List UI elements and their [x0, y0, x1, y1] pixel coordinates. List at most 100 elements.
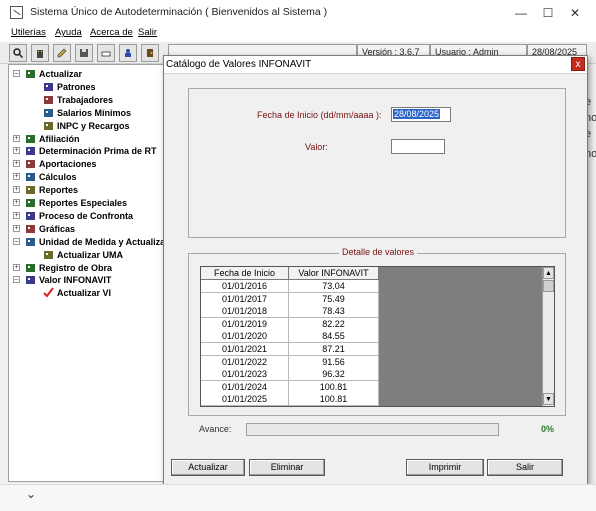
table-cell[interactable]: 01/01/2025 [201, 393, 289, 407]
menu-ayuda[interactable]: Ayuda [55, 27, 82, 38]
maximize-button[interactable]: ☐ [535, 3, 561, 23]
tree-node-icon [43, 120, 54, 131]
table-cell[interactable]: 01/01/2020 [201, 330, 289, 344]
table-cell[interactable]: 01/01/2016 [201, 280, 289, 293]
detalle-group: Detalle de valores ▲ ▼ Fecha de Inicio Va… [188, 247, 566, 416]
eraser-icon [101, 51, 111, 57]
bottom-strip [0, 484, 596, 511]
tree-item-label: Afiliación [39, 133, 80, 144]
navigation-tree: – Actualizar Patrones Trabajadores Salarios … [8, 64, 165, 482]
collapse-icon[interactable]: – [13, 70, 20, 77]
tool-users-button[interactable] [119, 44, 137, 62]
grid-column-header[interactable]: Fecha de Inicio [201, 267, 289, 280]
table-cell[interactable]: 75.49 [289, 292, 379, 306]
table-cell[interactable]: 01/01/2017 [201, 292, 289, 306]
expand-icon[interactable]: + [13, 263, 20, 271]
tree-item-label: INPC y Recargos [57, 120, 130, 131]
menu-acerca-de[interactable]: Acerca de [90, 27, 133, 38]
chevron-down-icon[interactable]: ⌄ [26, 487, 36, 501]
salir-button[interactable]: Salir [487, 459, 563, 476]
tool-building-button[interactable] [31, 44, 49, 62]
expand-icon[interactable]: + [13, 147, 20, 155]
actualizar-button[interactable]: Actualizar [171, 459, 245, 476]
window-title: Sistema Único de Autodeterminación ( Bie… [30, 6, 328, 18]
tool-erase-button[interactable] [97, 44, 115, 62]
expand-icon[interactable]: + [13, 224, 20, 232]
table-cell[interactable]: 82.22 [289, 317, 379, 331]
tool-exit-button[interactable] [141, 44, 159, 62]
table-cell[interactable]: 100.81 [289, 393, 379, 407]
table-cell[interactable]: 84.55 [289, 330, 379, 344]
table-cell[interactable]: 01/01/2018 [201, 305, 289, 319]
dialog-button-bar: Actualizar Eliminar Imprimir Salir [164, 450, 587, 484]
tree-item-label: Actualizar VI [57, 288, 112, 299]
door-icon [147, 49, 153, 57]
dialog-title: Catálogo de Valores INFONAVIT [166, 59, 312, 70]
table-cell[interactable]: 91.56 [289, 355, 379, 369]
window-title-bar: Sistema Único de Autodeterminación ( Bie… [0, 0, 596, 26]
floppy-icon [80, 49, 88, 57]
dialog-title-bar: Catálogo de Valores INFONAVIT x [164, 56, 587, 74]
table-cell[interactable]: 01/01/2024 [201, 380, 289, 394]
expand-icon[interactable]: + [13, 199, 20, 206]
tree-item-label: Unidad de Medida y Actualizac [39, 236, 165, 247]
search-icon [13, 48, 23, 58]
tool-edit-button[interactable] [53, 44, 71, 62]
tree-item-label: Patrones [57, 81, 96, 92]
dialog-close-button[interactable]: x [571, 57, 585, 71]
tree-node-icon [25, 133, 36, 144]
close-window-button[interactable]: ✕ [562, 3, 588, 23]
valor-input[interactable] [391, 139, 445, 154]
menu-salir[interactable]: Salir [138, 27, 157, 38]
table-cell[interactable]: 01/01/2021 [201, 343, 289, 356]
minimize-button[interactable]: — [508, 3, 534, 23]
table-cell[interactable]: 96.32 [289, 368, 379, 382]
progress-percent: 0% [541, 424, 555, 434]
collapse-icon[interactable]: – [13, 237, 20, 245]
tree-item-label: Registro de Obra [39, 262, 113, 273]
grid-scrollbar[interactable]: ▲ ▼ [542, 267, 554, 406]
table-cell[interactable]: 73.04 [289, 280, 379, 293]
scroll-down-arrow[interactable]: ▼ [543, 393, 554, 405]
expand-icon[interactable]: + [13, 134, 20, 142]
expand-icon[interactable]: + [13, 186, 20, 194]
scroll-thumb[interactable] [543, 280, 554, 292]
table-cell[interactable]: 01/01/2023 [201, 368, 289, 382]
tree-item-label: Salarios Mínimos [57, 107, 132, 118]
tree-node-icon [43, 81, 54, 92]
eliminar-button[interactable]: Eliminar [249, 459, 325, 476]
tree-node-icon [43, 249, 54, 260]
tree-node-icon [25, 68, 36, 79]
tree-node-icon [25, 197, 36, 208]
table-cell[interactable]: 01/01/2022 [201, 355, 289, 369]
imprimir-button[interactable]: Imprimir [406, 459, 484, 476]
expand-icon[interactable]: + [13, 160, 20, 168]
table-cell[interactable]: 100.81 [289, 380, 379, 394]
tree-node-icon [25, 184, 36, 195]
collapse-icon[interactable]: – [13, 276, 20, 284]
tool-search-button[interactable] [9, 44, 27, 62]
tree-node-icon [25, 210, 36, 221]
expand-icon[interactable]: + [13, 211, 20, 219]
scroll-up-arrow[interactable]: ▲ [543, 267, 554, 279]
values-grid[interactable]: ▲ ▼ Fecha de Inicio Valor INFONAVIT 01/01/… [200, 266, 555, 407]
fecha-inicio-input[interactable]: 28/08/2025 [391, 107, 451, 122]
building-icon [37, 50, 43, 58]
tree-node-icon [25, 223, 36, 234]
table-cell[interactable]: 87.21 [289, 343, 379, 356]
tree-node-icon [43, 107, 54, 118]
tree-node-icon [25, 236, 36, 247]
menu-utilerias[interactable]: Utilerías [11, 27, 46, 38]
tree-item-label: Aportaciones [39, 159, 97, 170]
users-icon [125, 49, 131, 57]
expand-icon[interactable]: + [13, 173, 20, 181]
fecha-inicio-label: Fecha de Inicio (dd/mm/aaaa ): [257, 110, 382, 120]
tree-item-label: Valor INFONAVIT [39, 275, 112, 286]
tool-save-button[interactable] [75, 44, 93, 62]
tree-node-icon [25, 158, 36, 169]
table-cell[interactable]: 01/01/2019 [201, 317, 289, 331]
tree-node-icon [25, 171, 36, 182]
tree-node-icon [25, 145, 36, 156]
grid-column-header[interactable]: Valor INFONAVIT [289, 267, 379, 280]
table-cell[interactable]: 78.43 [289, 305, 379, 319]
